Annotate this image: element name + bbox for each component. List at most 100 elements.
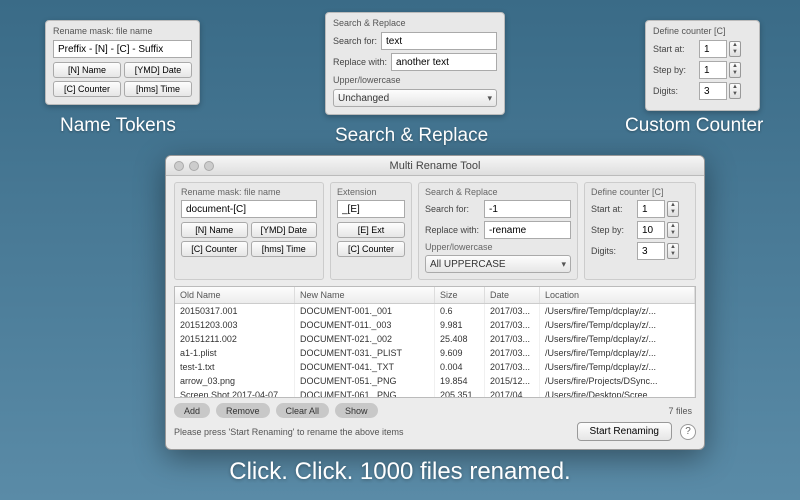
table-cell: 25.408 [435, 332, 485, 346]
table-cell: DOCUMENT-041._TXT [295, 360, 435, 374]
table-cell: 9.981 [435, 318, 485, 332]
table-body: 20150317.001DOCUMENT-001._0010.62017/03.… [175, 304, 695, 398]
table-cell: 2015/12... [485, 374, 540, 388]
table-row[interactable]: 20150317.001DOCUMENT-001._0010.62017/03.… [175, 304, 695, 318]
table-cell: 0.004 [435, 360, 485, 374]
table-cell: 2017/03... [485, 332, 540, 346]
replace-with-input[interactable] [391, 53, 497, 71]
status-message: Please press 'Start Renaming' to rename … [174, 427, 569, 437]
table-cell: DOCUMENT-011._003 [295, 318, 435, 332]
step-by-label: Step by: [653, 65, 695, 75]
table-cell: /Users/fire/Projects/DSync... [540, 374, 695, 388]
token-hms-button[interactable]: [hms] Time [251, 241, 318, 257]
col-date[interactable]: Date [485, 287, 540, 303]
case-select[interactable]: Unchanged [333, 89, 497, 107]
file-table: Old Name New Name Size Date Location 201… [174, 286, 696, 398]
ext-input[interactable] [337, 200, 405, 218]
table-row[interactable]: Screen Shot 2017-04-07 a...DOCUMENT-061.… [175, 388, 695, 398]
col-new-name[interactable]: New Name [295, 287, 435, 303]
table-cell: 2017/03... [485, 346, 540, 360]
case-select[interactable]: All UPPERCASE [425, 255, 571, 273]
start-at-label: Start at: [653, 44, 695, 54]
col-location[interactable]: Location [540, 287, 695, 303]
table-cell: 2017/03... [485, 318, 540, 332]
clear-all-button[interactable]: Clear All [276, 403, 330, 418]
table-row[interactable]: a1-1.plistDOCUMENT-031._PLIST9.6092017/0… [175, 346, 695, 360]
case-title: Upper/lowercase [333, 75, 497, 85]
token-counter-button[interactable]: [C] Counter [181, 241, 248, 257]
step-by-label: Step by: [591, 225, 633, 235]
mask-group: Rename mask: file name [N] Name [YMD] Da… [174, 182, 324, 280]
step-by-input[interactable] [637, 221, 665, 239]
file-count: 7 files [668, 406, 692, 416]
stepper-icon[interactable]: ▲▼ [729, 83, 741, 99]
name-tokens-panel: Rename mask: file name [N] Name [YMD] Da… [45, 20, 200, 105]
table-cell: a1-1.plist [175, 346, 295, 360]
table-row[interactable]: 20151203.003DOCUMENT-011._0039.9812017/0… [175, 318, 695, 332]
table-row[interactable]: 20151211.002DOCUMENT-021._00225.4082017/… [175, 332, 695, 346]
table-cell: 2017/03... [485, 360, 540, 374]
token-ext-button[interactable]: [E] Ext [337, 222, 405, 238]
add-button[interactable]: Add [174, 403, 210, 418]
token-ymd-button[interactable]: [YMD] Date [124, 62, 192, 78]
table-cell: 20150317.001 [175, 304, 295, 318]
caption-name-tokens: Name Tokens [60, 115, 176, 137]
stepper-icon[interactable]: ▲▼ [667, 243, 679, 259]
table-cell: 20151203.003 [175, 318, 295, 332]
table-cell: 2017/03... [485, 304, 540, 318]
token-counter-button[interactable]: [C] Counter [337, 241, 405, 257]
show-button[interactable]: Show [335, 403, 378, 418]
search-replace-group: Search & Replace Search for: Replace wit… [418, 182, 578, 280]
search-replace-panel: Search & Replace Search for: Replace wit… [325, 12, 505, 115]
table-cell: DOCUMENT-031._PLIST [295, 346, 435, 360]
table-cell: /Users/fire/Temp/dcplay/z/... [540, 360, 695, 374]
panel-title: Define counter [C] [653, 26, 752, 36]
stepper-icon[interactable]: ▲▼ [667, 201, 679, 217]
table-cell: 2017/04... [485, 388, 540, 398]
col-size[interactable]: Size [435, 287, 485, 303]
search-for-input[interactable] [484, 200, 571, 218]
table-cell: Screen Shot 2017-04-07 a... [175, 388, 295, 398]
start-renaming-button[interactable]: Start Renaming [577, 422, 672, 441]
help-icon[interactable]: ? [680, 424, 696, 440]
col-old-name[interactable]: Old Name [175, 287, 295, 303]
group-title: Rename mask: file name [181, 187, 317, 197]
token-name-button[interactable]: [N] Name [181, 222, 248, 238]
token-counter-button[interactable]: [C] Counter [53, 81, 121, 97]
rename-mask-input[interactable] [53, 40, 192, 58]
stepper-icon[interactable]: ▲▼ [667, 222, 679, 238]
replace-with-label: Replace with: [425, 225, 480, 235]
token-name-button[interactable]: [N] Name [53, 62, 121, 78]
stepper-icon[interactable]: ▲▼ [729, 62, 741, 78]
table-cell: /Users/fire/Temp/dcplay/z/... [540, 332, 695, 346]
caption-search-replace: Search & Replace [335, 125, 488, 147]
titlebar: Multi Rename Tool [166, 156, 704, 176]
start-at-input[interactable] [637, 200, 665, 218]
table-cell: 9.609 [435, 346, 485, 360]
stepper-icon[interactable]: ▲▼ [729, 41, 741, 57]
table-cell: 20151211.002 [175, 332, 295, 346]
search-for-input[interactable] [381, 32, 497, 50]
step-by-input[interactable] [699, 61, 727, 79]
group-title: Search & Replace [425, 187, 571, 197]
counter-panel: Define counter [C] Start at: ▲▼ Step by: ▲… [645, 20, 760, 111]
token-hms-button[interactable]: [hms] Time [124, 81, 192, 97]
digits-input[interactable] [637, 242, 665, 260]
panel-title: Rename mask: file name [53, 26, 192, 36]
digits-input[interactable] [699, 82, 727, 100]
mask-input[interactable] [181, 200, 317, 218]
table-row[interactable]: test-1.txtDOCUMENT-041._TXT0.0042017/03.… [175, 360, 695, 374]
table-row[interactable]: arrow_03.pngDOCUMENT-051._PNG19.8542015/… [175, 374, 695, 388]
replace-with-input[interactable] [484, 221, 571, 239]
tagline: Click. Click. 1000 files renamed. [229, 458, 570, 486]
case-title: Upper/lowercase [425, 242, 571, 252]
start-at-input[interactable] [699, 40, 727, 58]
start-at-label: Start at: [591, 204, 633, 214]
remove-button[interactable]: Remove [216, 403, 270, 418]
token-ymd-button[interactable]: [YMD] Date [251, 222, 318, 238]
table-cell: DOCUMENT-061._PNG [295, 388, 435, 398]
table-cell: 205.351 [435, 388, 485, 398]
replace-with-label: Replace with: [333, 57, 387, 67]
table-cell: arrow_03.png [175, 374, 295, 388]
search-for-label: Search for: [333, 36, 377, 46]
